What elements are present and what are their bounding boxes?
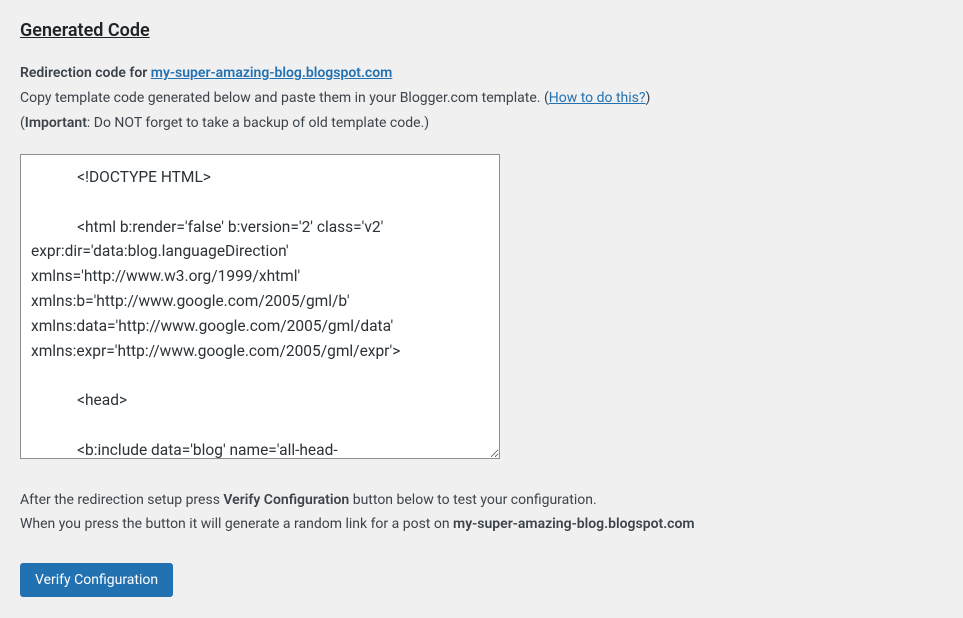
how-to-link[interactable]: How to do this?: [549, 90, 646, 106]
post-line1-after: button below to test your configuration.: [349, 492, 596, 508]
copy-instruction-after: ): [646, 90, 651, 106]
template-code-textarea[interactable]: <!DOCTYPE HTML> <html b:render='false' b…: [20, 154, 500, 459]
generated-code-heading: Generated Code: [20, 20, 943, 41]
redirection-code-line: Redirection code for my-super-amazing-bl…: [20, 63, 943, 84]
post-line1-strong: Verify Configuration: [223, 492, 349, 508]
post-instructions: After the redirection setup press Verify…: [20, 489, 943, 537]
post-line2-strong: my-super-amazing-blog.blogspot.com: [453, 516, 695, 532]
redirection-prefix: Redirection code for: [20, 65, 151, 81]
important-note-line: (Important: Do NOT forget to take a back…: [20, 113, 943, 134]
copy-instruction-before: Copy template code generated below and p…: [20, 90, 549, 106]
blog-url-link[interactable]: my-super-amazing-blog.blogspot.com: [151, 65, 393, 81]
copy-instruction-line: Copy template code generated below and p…: [20, 88, 943, 109]
important-label: Important: [25, 115, 87, 131]
post-line2-before: When you press the button it will genera…: [20, 516, 453, 532]
post-line1-before: After the redirection setup press: [20, 492, 223, 508]
important-rest: : Do NOT forget to take a backup of old …: [87, 115, 429, 131]
verify-configuration-button[interactable]: Verify Configuration: [20, 563, 173, 597]
